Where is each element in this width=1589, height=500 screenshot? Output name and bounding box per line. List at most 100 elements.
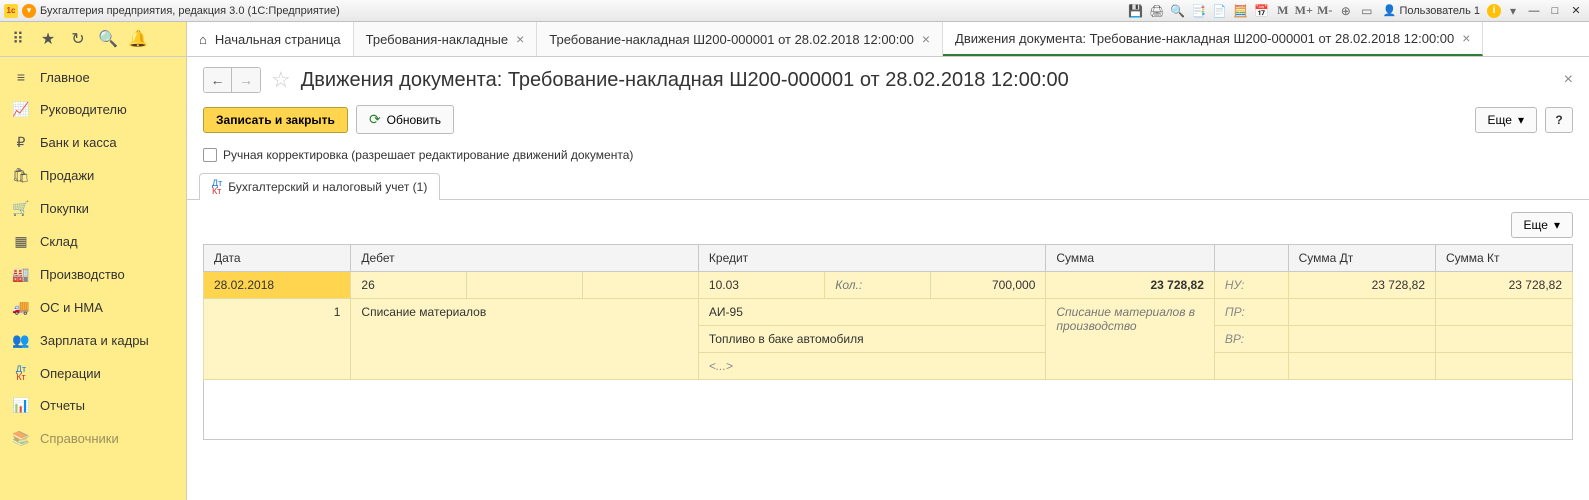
sidebar-item-operations[interactable]: ДтКтОперации [0,357,186,389]
close-icon[interactable]: × [922,31,930,47]
search-icon[interactable]: 🔍 [96,27,120,51]
tab-home[interactable]: ⌂ Начальная страница [187,22,354,56]
cell-credit-text3[interactable]: <...> [709,359,733,373]
sidebar-item-label: Склад [40,234,78,249]
sidebar: ≡Главное 📈Руководителю ₽Банк и касса 🛍Пр… [0,57,187,500]
table-row[interactable]: 28.02.2018 26 10.03 Кол.: 700,000 23 728… [204,272,1573,299]
home-icon: ⌂ [199,32,207,47]
grid-icon: ▦ [12,233,30,250]
table-more-button[interactable]: Еще ▾ [1511,212,1573,238]
more-label: Еще [1524,218,1548,232]
cart-icon: 🛒 [12,200,30,217]
dropdown-arrow-icon[interactable]: ▾ [22,4,36,18]
cell-sum-dt: 23 728,82 [1288,272,1435,299]
cell-credit-text1: АИ-95 [698,299,1045,326]
col-sum-kt[interactable]: Сумма Кт [1436,245,1573,272]
sidebar-item-salary[interactable]: 👥Зарплата и кадры [0,324,186,357]
books-icon: 📚 [12,430,30,447]
user-menu[interactable]: 👤 Пользователь 1 [1379,4,1484,17]
favorites-star-icon[interactable]: ★ [36,27,60,51]
table-row[interactable]: 1 Списание материалов АИ-95 Списание мат… [204,299,1573,326]
save-icon[interactable]: 💾 [1127,3,1145,19]
user-label: Пользователь 1 [1399,5,1480,17]
nav-buttons: ← → [203,67,261,93]
history-icon[interactable]: ↻ [66,27,90,51]
panel-icon[interactable]: ▭ [1358,3,1376,19]
tab-label: Начальная страница [215,32,341,47]
preview-icon[interactable]: 🔍 [1169,3,1187,19]
sidebar-item-production[interactable]: 🏭Производство [0,258,186,291]
window-title: Бухгалтерия предприятия, редакция 3.0 (1… [40,5,340,17]
sidebar-item-main[interactable]: ≡Главное [0,61,186,93]
content-area: ← → ☆ Движения документа: Требование-нак… [187,57,1589,500]
calendar-icon[interactable]: 📅 [1253,3,1271,19]
close-icon[interactable]: × [1462,30,1470,46]
nav-forward-button[interactable]: → [232,68,260,92]
cell-credit-acc: 10.03 [698,272,824,299]
sidebar-item-reports[interactable]: 📊 Отчеты [0,389,186,422]
cell-qty-label: Кол.: [825,272,930,299]
sidebar-item-references[interactable]: 📚 Справочники [0,422,186,455]
sidebar-item-label: Справочники [40,431,119,446]
close-page-button[interactable]: × [1564,71,1573,89]
refresh-button[interactable]: ⟳Обновить [356,105,454,134]
m-minus-button[interactable]: M- [1316,3,1334,19]
tab-requirement-doc[interactable]: Требование-накладная Ш200-000001 от 28.0… [537,22,943,56]
close-icon[interactable]: × [516,31,524,47]
cell-sum-text: Списание материалов в производство [1046,299,1214,380]
m-plus-button[interactable]: M+ [1295,3,1313,19]
accounting-tab[interactable]: ДтКт Бухгалтерский и налоговый учет (1) [199,173,440,200]
tab-document-movements[interactable]: Движения документа: Требование-накладная… [943,22,1483,56]
info-icon[interactable]: i [1487,4,1501,18]
info-dropdown-icon[interactable]: ▾ [1504,3,1522,19]
sidebar-item-sales[interactable]: 🛍Продажи [0,159,186,192]
bell-icon[interactable]: 🔔 [126,27,150,51]
favorite-star-icon[interactable]: ☆ [271,67,291,93]
user-icon: 👤 [1383,4,1397,17]
sidebar-item-label: Главное [40,70,90,85]
tab-requirements-list[interactable]: Требования-накладные × [354,22,538,56]
close-window-button[interactable]: ✕ [1567,3,1585,19]
sidebar-item-assets[interactable]: 🚚ОС и НМА [0,291,186,324]
reports-icon: 📊 [12,397,30,414]
more-button[interactable]: Еще ▾ [1475,107,1537,133]
truck-icon: 🚚 [12,299,30,316]
sidebar-item-manager[interactable]: 📈Руководителю [0,93,186,126]
sidebar-item-warehouse[interactable]: ▦ Склад [0,225,186,258]
refresh-icon: ⟳ [369,111,381,128]
accounting-tab-label: Бухгалтерский и налоговый учет (1) [228,180,427,194]
maximize-button[interactable]: □ [1546,3,1564,19]
people-icon: 👥 [12,332,30,349]
logo-1c-icon: 1c [4,4,18,18]
table-empty-area [203,380,1573,440]
print-icon[interactable]: 🖨 [1148,3,1166,19]
calculator-icon[interactable]: 🧮 [1232,3,1250,19]
more-label: Еще [1488,113,1512,127]
sidebar-item-purchases[interactable]: 🛒Покупки [0,192,186,225]
col-sum-dt[interactable]: Сумма Дт [1288,245,1435,272]
sidebar-item-label: Отчеты [40,398,85,413]
col-sum[interactable]: Сумма [1046,245,1214,272]
compare-icon[interactable]: 📑 [1190,3,1208,19]
cell-line-no: 1 [204,299,351,380]
col-debit[interactable]: Дебет [351,245,698,272]
dtkt-icon: ДтКт [212,179,222,195]
manual-edit-label: Ручная корректировка (разрешает редактир… [223,148,633,162]
chart-icon: 📈 [12,101,30,118]
zoom-icon[interactable]: ⊕ [1337,3,1355,19]
table-header-row: Дата Дебет Кредит Сумма Сумма Дт Сумма К… [204,245,1573,272]
nav-back-button[interactable]: ← [204,68,232,92]
sidebar-item-bank[interactable]: ₽Банк и касса [0,126,186,159]
m-button[interactable]: M [1274,3,1292,19]
help-label: ? [1555,113,1562,127]
col-date[interactable]: Дата [204,245,351,272]
col-credit[interactable]: Кредит [698,245,1045,272]
sidebar-item-label: Производство [40,267,125,282]
minimize-button[interactable]: — [1525,3,1543,19]
copy-icon[interactable]: 📄 [1211,3,1229,19]
help-button[interactable]: ? [1545,107,1573,133]
apps-grid-icon[interactable]: ⠿ [6,27,30,51]
save-close-button[interactable]: Записать и закрыть [203,107,348,133]
manual-edit-checkbox[interactable] [203,148,217,162]
dtkt-icon: ДтКт [12,365,30,381]
